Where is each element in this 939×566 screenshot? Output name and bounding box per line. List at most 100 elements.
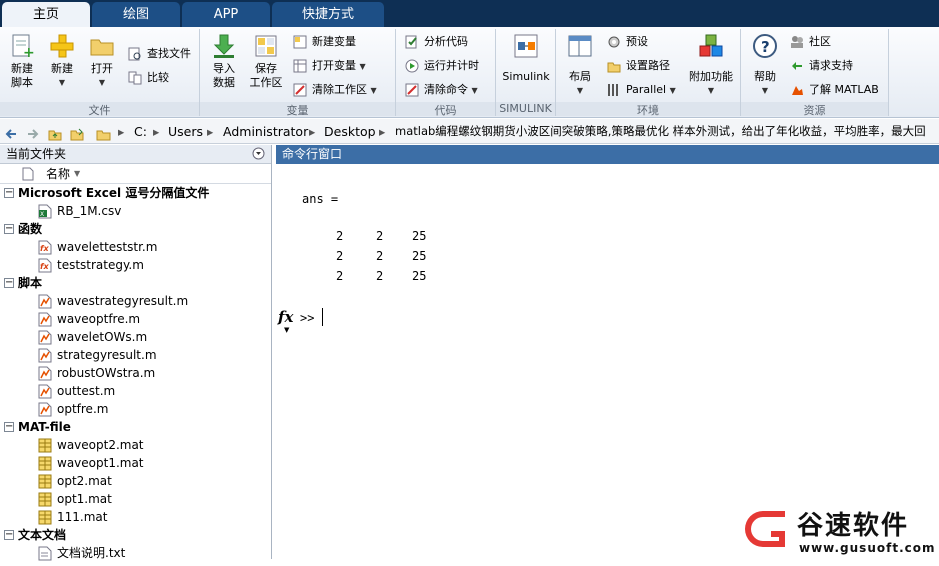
- file-name: waveletOWs.m: [57, 330, 148, 344]
- browse-folder-icon[interactable]: [70, 124, 84, 141]
- category-label: 脚本: [18, 276, 43, 290]
- matrix-cell: 25: [412, 249, 427, 263]
- category-row[interactable]: − 函数: [0, 220, 271, 238]
- file-row[interactable]: waveopt2.mat: [0, 436, 271, 454]
- file-row[interactable]: fx teststrategy.m: [0, 256, 271, 274]
- file-row[interactable]: strategyresult.m: [0, 346, 271, 364]
- run-and-time-button[interactable]: 运行并计时: [404, 56, 479, 76]
- tab-plots[interactable]: 绘图: [92, 2, 180, 27]
- learn-matlab-icon: [790, 83, 804, 97]
- save-workspace-icon: [253, 33, 279, 59]
- clear-commands-button[interactable]: 清除命令 ▼: [404, 80, 478, 100]
- save-workspace-button[interactable]: 保存 工作区: [246, 31, 286, 90]
- learn-matlab-label: 了解 MATLAB: [809, 83, 879, 96]
- file-row[interactable]: waveletOWs.m: [0, 328, 271, 346]
- command-window[interactable]: 命令行窗口 ans = 2 2 25 2 2 25 2 2 25 fx ▼ >> 谷速软件 ww…: [276, 145, 939, 559]
- open-variable-button[interactable]: 打开变量 ▼: [292, 56, 366, 76]
- path-segment-drive[interactable]: C:: [134, 119, 147, 143]
- path-segment-administrator[interactable]: Administrator: [223, 119, 308, 143]
- new-button[interactable]: 新建 ▼: [44, 31, 80, 90]
- find-files-button[interactable]: 查找文件: [127, 44, 191, 64]
- community-button[interactable]: 社区: [789, 32, 831, 52]
- file-row[interactable]: optfre.m: [0, 400, 271, 418]
- add-ons-button[interactable]: 附加功能 ▼: [686, 31, 736, 98]
- import-data-icon: [211, 33, 237, 59]
- collapse-toggle-icon[interactable]: −: [4, 188, 14, 198]
- help-button[interactable]: ? 帮助 ▼: [747, 31, 783, 98]
- category-row[interactable]: − Microsoft Excel 逗号分隔值文件: [0, 184, 271, 202]
- tab-shortcuts[interactable]: 快捷方式: [272, 2, 384, 27]
- learn-matlab-button[interactable]: 了解 MATLAB: [789, 80, 879, 100]
- file-name: RB_1M.csv: [57, 204, 122, 218]
- analyze-code-label: 分析代码: [424, 35, 468, 48]
- forward-arrow-icon[interactable]: [26, 124, 40, 139]
- file-name: wavestrategyresult.m: [57, 294, 189, 308]
- add-ons-label: 附加功能: [689, 70, 733, 83]
- category-row[interactable]: − MAT-file: [0, 418, 271, 436]
- simulink-button[interactable]: Simulink: [502, 31, 550, 84]
- open-button[interactable]: 打开 ▼: [84, 31, 120, 90]
- clear-workspace-button[interactable]: 清除工作区 ▼: [292, 80, 377, 100]
- script-file-icon: [38, 294, 52, 309]
- environment-group: 布局 ▼ 预设 设置路径 Parallel ▼ 附加功能 ▼ 环境: [556, 29, 741, 117]
- variable-group-label: 变量: [200, 102, 395, 117]
- preferences-button[interactable]: 预设: [606, 32, 648, 52]
- file-group: + 新建 脚本 新建 ▼ 打开 ▼ 查找文件 比较 文件: [0, 29, 200, 117]
- toolstrip-tabbar: 主页 绘图 APP 快捷方式: [0, 0, 939, 27]
- category-row[interactable]: − 文本文档: [0, 526, 271, 544]
- path-segment-users[interactable]: Users: [168, 119, 203, 143]
- path-segment-project[interactable]: matlab编程螺纹钢期货小波区间突破策略,策略最优化 样本外测试，给出了年化收…: [395, 119, 926, 143]
- tab-apps[interactable]: APP: [182, 2, 270, 27]
- file-row[interactable]: fx waveletteststr.m: [0, 238, 271, 256]
- script-file-icon: [38, 348, 52, 363]
- file-row[interactable]: waveoptfre.m: [0, 310, 271, 328]
- watermark-name: 谷速软件: [797, 511, 910, 541]
- path-separator-icon: ▸: [309, 124, 316, 139]
- file-row[interactable]: waveopt1.mat: [0, 454, 271, 472]
- add-ons-icon: [698, 33, 724, 59]
- mat-file-icon: [38, 456, 52, 471]
- community-icon: [790, 35, 804, 49]
- function-file-icon: fx: [38, 240, 52, 255]
- function-browser-icon[interactable]: fx: [278, 308, 293, 326]
- layout-icon: [567, 33, 593, 59]
- collapse-toggle-icon[interactable]: −: [4, 278, 14, 288]
- chevron-down-icon: ▼: [58, 78, 66, 87]
- path-segment-desktop[interactable]: Desktop: [324, 119, 376, 143]
- file-row[interactable]: 文档说明.txt: [0, 544, 271, 562]
- new-variable-button[interactable]: 新建变量: [292, 32, 356, 52]
- request-support-button[interactable]: 请求支持: [789, 56, 853, 76]
- layout-button[interactable]: 布局 ▼: [562, 31, 598, 98]
- up-folder-icon[interactable]: [48, 124, 62, 141]
- open-variable-label: 打开变量: [312, 59, 356, 72]
- matrix-cell: 2: [336, 249, 344, 263]
- compare-button[interactable]: 比较: [127, 68, 169, 88]
- back-arrow-icon[interactable]: [4, 124, 18, 139]
- file-row[interactable]: opt2.mat: [0, 472, 271, 490]
- tab-home[interactable]: 主页: [2, 2, 90, 27]
- matrix-cell: 2: [376, 249, 384, 263]
- parallel-button[interactable]: Parallel ▼: [606, 80, 676, 100]
- new-script-button[interactable]: + 新建 脚本: [4, 31, 40, 90]
- file-row[interactable]: opt1.mat: [0, 490, 271, 508]
- command-window-title: 命令行窗口: [276, 145, 939, 164]
- analyze-code-button[interactable]: 分析代码: [404, 32, 468, 52]
- file-row[interactable]: 111.mat: [0, 508, 271, 526]
- set-path-icon: [607, 59, 621, 73]
- set-path-button[interactable]: 设置路径: [606, 56, 670, 76]
- file-row[interactable]: X RB_1M.csv: [0, 202, 271, 220]
- svg-text:fx: fx: [40, 244, 49, 253]
- category-row[interactable]: − 脚本: [0, 274, 271, 292]
- file-row[interactable]: outtest.m: [0, 382, 271, 400]
- file-name: waveletteststr.m: [57, 240, 158, 254]
- name-column-header[interactable]: 名称 ▼: [0, 164, 271, 184]
- text-cursor[interactable]: [322, 308, 323, 326]
- file-row[interactable]: robustOWstra.m: [0, 364, 271, 382]
- current-folder-title: 当前文件夹: [6, 147, 67, 161]
- collapse-toggle-icon[interactable]: −: [4, 530, 14, 540]
- collapse-toggle-icon[interactable]: −: [4, 224, 14, 234]
- chevron-down-icon: ▼: [707, 86, 715, 95]
- import-data-button[interactable]: 导入 数据: [206, 31, 242, 90]
- collapse-toggle-icon[interactable]: −: [4, 422, 14, 432]
- file-row[interactable]: wavestrategyresult.m: [0, 292, 271, 310]
